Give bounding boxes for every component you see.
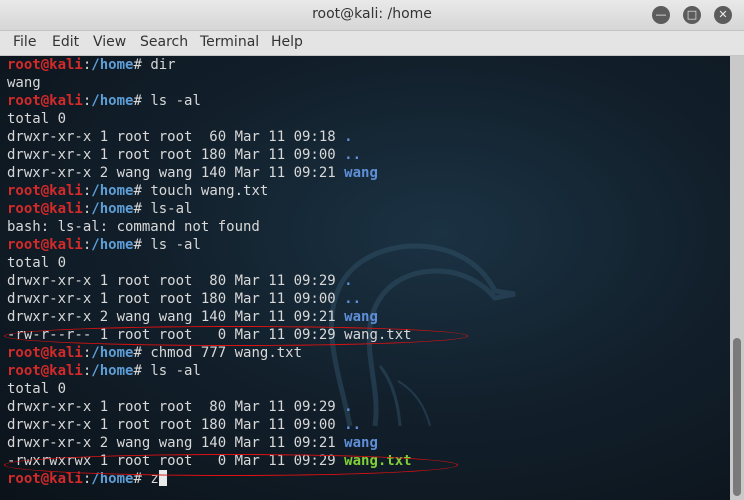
ls-entry-meta: drwxr-xr-x 2 wang wang 140 Mar 11 09:21 [7, 165, 345, 181]
terminal-line: root@kali:/home# ls -al [7, 362, 201, 380]
terminal-line: root@kali:/home# ls-al [7, 200, 192, 218]
prompt-path: /home [91, 57, 134, 73]
prompt-user: root@kali [7, 183, 83, 199]
prompt-user: root@kali [7, 471, 83, 487]
ls-entry-meta: drwxr-xr-x 1 root root 180 Mar 11 09:00 [7, 147, 345, 163]
ls-entry-name: . [344, 273, 353, 289]
close-button[interactable]: ✕ [714, 6, 732, 24]
terminal-line: root@kali:/home# ls -al [7, 236, 201, 254]
prompt-user: root@kali [7, 237, 83, 253]
terminal-window: root@kali: /home — □ ✕ File Edit View Se… [0, 0, 744, 500]
terminal-line: total 0 [7, 110, 66, 128]
ls-entry-meta: drwxr-xr-x 2 wang wang 140 Mar 11 09:21 [7, 435, 345, 451]
output-text: wang [7, 75, 41, 91]
command-text: chmod 777 wang.txt [150, 345, 303, 361]
prompt-symbol: # [133, 183, 151, 199]
ls-entry-name: wang [344, 435, 378, 451]
prompt-symbol: # [133, 93, 151, 109]
maximize-button[interactable]: □ [683, 6, 701, 24]
ls-entry-meta: drwxr-xr-x 1 root root 180 Mar 11 09:00 [7, 291, 345, 307]
ls-entry-meta: drwxr-xr-x 1 root root 80 Mar 11 09:29 [7, 273, 345, 289]
command-text: ls -al [150, 237, 201, 253]
output-text: total 0 [7, 111, 67, 127]
terminal-line: drwxr-xr-x 2 wang wang 140 Mar 11 09:21 … [7, 164, 378, 182]
output-text: total 0 [7, 255, 67, 271]
prompt-symbol: # [133, 57, 151, 73]
prompt-path: /home [91, 201, 134, 217]
prompt-path: /home [91, 237, 134, 253]
ls-entry-name: .. [344, 417, 362, 433]
terminal-line: drwxr-xr-x 2 wang wang 140 Mar 11 09:21 … [7, 308, 378, 326]
terminal-line: root@kali:/home# ls -al [7, 92, 201, 110]
output-text: total 0 [7, 381, 67, 397]
prompt-user: root@kali [7, 345, 83, 361]
menu-file[interactable]: File [13, 34, 36, 50]
terminal-line: drwxr-xr-x 1 root root 180 Mar 11 09:00 … [7, 290, 361, 308]
terminal-line: drwxr-xr-x 1 root root 80 Mar 11 09:29 . [7, 272, 353, 290]
annotation-oval-after [4, 454, 458, 476]
prompt-user: root@kali [7, 93, 83, 109]
minimize-button[interactable]: — [652, 6, 670, 24]
terminal-line: root@kali:/home# touch wang.txt [7, 182, 268, 200]
command-text: ls -al [150, 93, 201, 109]
prompt-symbol: # [133, 237, 151, 253]
ls-entry-name: wang [344, 165, 378, 181]
command-text: touch wang.txt [150, 183, 269, 199]
prompt-user: root@kali [7, 363, 83, 379]
terminal-scrollbar[interactable] [730, 56, 744, 500]
terminal-line: drwxr-xr-x 1 root root 180 Mar 11 09:00 … [7, 146, 361, 164]
command-text: ls -al [150, 363, 201, 379]
menu-terminal[interactable]: Terminal [200, 34, 259, 50]
window-title: root@kali: /home [312, 6, 432, 22]
prompt-symbol: # [133, 345, 151, 361]
ls-entry-meta: drwxr-xr-x 2 wang wang 140 Mar 11 09:21 [7, 309, 345, 325]
ls-entry-name: .. [344, 147, 362, 163]
prompt-path: /home [91, 93, 134, 109]
menu-edit[interactable]: Edit [52, 34, 79, 50]
menu-help[interactable]: Help [271, 34, 303, 50]
output-text: bash: ls-al: command not found [7, 219, 260, 235]
ls-entry-meta: drwxr-xr-x 1 root root 180 Mar 11 09:00 [7, 417, 345, 433]
terminal-line: drwxr-xr-x 1 root root 80 Mar 11 09:29 . [7, 398, 353, 416]
terminal-output[interactable]: root@kali:/home# dir wang root@kali:/home#… [0, 56, 730, 500]
prompt-symbol: # [133, 201, 151, 217]
prompt-path: /home [91, 345, 134, 361]
scrollbar-thumb[interactable] [733, 338, 741, 496]
terminal-line: root@kali:/home# chmod 777 wang.txt [7, 344, 302, 362]
ls-entry-name: . [344, 399, 353, 415]
terminal-line: total 0 [7, 254, 66, 272]
ls-entry-meta: drwxr-xr-x 1 root root 60 Mar 11 09:18 [7, 129, 345, 145]
command-text: dir [150, 57, 176, 73]
terminal-line: root@kali:/home# dir [7, 56, 176, 74]
menu-bar: File Edit View Search Terminal Help [0, 31, 744, 56]
title-bar[interactable]: root@kali: /home — □ ✕ [0, 0, 744, 31]
ls-entry-meta: drwxr-xr-x 1 root root 80 Mar 11 09:29 [7, 399, 345, 415]
annotation-oval-before [4, 326, 468, 346]
menu-search[interactable]: Search [140, 34, 188, 50]
terminal-line: drwxr-xr-x 1 root root 180 Mar 11 09:00 … [7, 416, 361, 434]
ls-entry-name: wang [344, 309, 378, 325]
prompt-user: root@kali [7, 57, 83, 73]
terminal-line: total 0 [7, 380, 66, 398]
prompt-path: /home [91, 183, 134, 199]
command-text: ls-al [150, 201, 193, 217]
menu-view[interactable]: View [93, 34, 126, 50]
terminal-line: wang [7, 74, 41, 92]
prompt-path: /home [91, 363, 134, 379]
ls-entry-name: .. [344, 291, 362, 307]
ls-entry-name: . [344, 129, 353, 145]
terminal-line: bash: ls-al: command not found [7, 218, 260, 236]
prompt-user: root@kali [7, 201, 83, 217]
prompt-symbol: # [133, 363, 151, 379]
terminal-line: drwxr-xr-x 1 root root 60 Mar 11 09:18 . [7, 128, 353, 146]
terminal-line: drwxr-xr-x 2 wang wang 140 Mar 11 09:21 … [7, 434, 378, 452]
